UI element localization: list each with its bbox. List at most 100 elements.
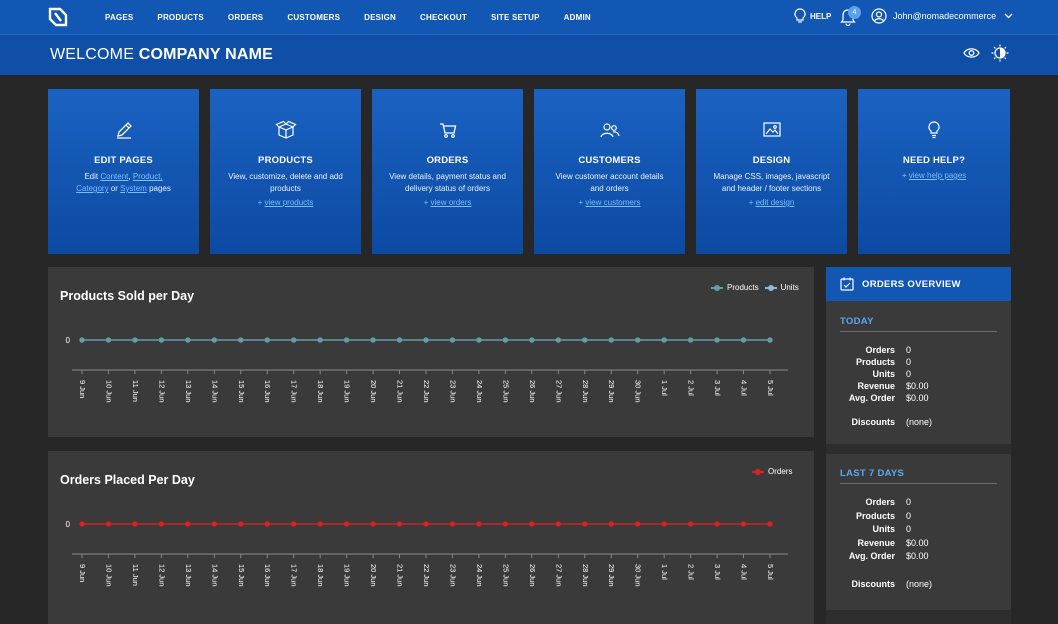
y-tick-label: 0 xyxy=(66,520,71,529)
data-point-orders xyxy=(344,521,350,527)
stat-label: Units xyxy=(872,369,896,379)
link-label[interactable]: edit design xyxy=(756,198,795,207)
x-tick-label: 11 Jun xyxy=(131,380,140,402)
stat-label: Units xyxy=(872,524,896,534)
edit-design-link[interactable]: + edit design xyxy=(696,198,847,207)
help-label: HELP xyxy=(810,11,832,21)
stat-value: $0.00 xyxy=(906,537,929,548)
x-tick-label: 3 Jul xyxy=(713,564,722,580)
category-link[interactable]: Category xyxy=(76,184,108,193)
stat-row: Orders 0 xyxy=(826,496,1011,510)
nav-item-site-setup[interactable]: SITE SETUP xyxy=(491,13,540,22)
x-tick-label: 17 Jun xyxy=(290,380,299,403)
view-products-link[interactable]: + view products xyxy=(210,198,361,207)
data-point-products xyxy=(608,337,614,343)
content-link[interactable]: Content xyxy=(100,172,128,181)
x-tick-label: 10 Jun xyxy=(104,564,113,587)
nav-item-pages[interactable]: PAGES xyxy=(105,13,133,22)
card-edit-pages[interactable]: EDIT PAGES Edit Content, Product, Catego… xyxy=(48,89,199,254)
section-title: LAST 7 DAYS xyxy=(840,468,905,479)
data-point-orders xyxy=(555,521,561,527)
x-tick-label: 20 Jun xyxy=(369,380,378,403)
view-help-link[interactable]: + view help pages xyxy=(858,171,1010,180)
card-design[interactable]: DESIGN Manage CSS, images, javascript an… xyxy=(696,89,847,254)
data-point-orders xyxy=(264,521,270,527)
data-point-orders xyxy=(317,521,323,527)
nav-item-customers[interactable]: CUSTOMERS xyxy=(287,13,340,22)
plus-sign: + xyxy=(257,198,263,207)
data-point-orders xyxy=(132,521,138,527)
card-description: View customer account details and orders xyxy=(555,172,664,193)
view-orders-link[interactable]: + view orders xyxy=(372,198,523,207)
data-point-products xyxy=(291,337,297,343)
view-customers-link[interactable]: + view customers xyxy=(534,198,685,207)
link-label[interactable]: view products xyxy=(264,198,313,207)
x-tick-label: 23 Jun xyxy=(448,380,457,403)
stat-value: $0.00 xyxy=(906,393,929,403)
data-point-products xyxy=(740,337,747,343)
card-description: View details, payment status and deliver… xyxy=(389,172,506,193)
data-point-orders xyxy=(423,521,429,527)
nav-item-orders[interactable]: ORDERS xyxy=(228,13,263,22)
orders-placed-chart-panel: Orders Placed Per Day Orders 09 Jun 10 Ju… xyxy=(48,451,814,624)
x-tick-label: 13 Jun xyxy=(184,564,193,587)
help-button[interactable]: HELP xyxy=(794,8,831,24)
stat-row: Units 0 xyxy=(826,523,1011,537)
nav-item-design[interactable]: DESIGN xyxy=(364,13,396,22)
desc-text: pages xyxy=(149,184,171,193)
section-title: TODAY xyxy=(840,316,874,327)
lightbulb-icon xyxy=(794,8,806,23)
card-need-help[interactable]: NEED HELP? + view help pages xyxy=(858,89,1010,254)
stat-value: 0 xyxy=(906,524,912,534)
contrast-icon[interactable] xyxy=(991,44,1009,62)
logo-icon[interactable] xyxy=(47,6,69,28)
x-tick-label: 30 Jun xyxy=(634,380,643,403)
x-tick-label: 16 Jun xyxy=(263,564,272,587)
x-tick-label: 18 Jun xyxy=(316,564,325,587)
eye-icon[interactable] xyxy=(963,47,980,59)
card-customers[interactable]: CUSTOMERS View customer account details … xyxy=(534,89,685,254)
x-tick-label: 1 Jul xyxy=(660,564,669,580)
top-navbar: PAGES PRODUCTS ORDERS CUSTOMERS DESIGN C… xyxy=(0,0,1058,34)
card-title: NEED HELP? xyxy=(902,155,966,166)
data-point-orders xyxy=(238,521,244,527)
stat-label: Orders xyxy=(865,497,895,507)
main-nav: PAGES PRODUCTS ORDERS CUSTOMERS DESIGN C… xyxy=(105,0,615,34)
x-tick-label: 19 Jun xyxy=(343,564,352,587)
card-products[interactable]: PRODUCTS View, customize, delete and add… xyxy=(210,89,361,254)
link-label[interactable]: view customers xyxy=(585,198,640,207)
product-link[interactable]: Product, xyxy=(133,172,163,181)
data-point-orders xyxy=(688,521,694,527)
x-tick-label: 27 Jun xyxy=(554,564,563,587)
user-email: John@nomadecommerce xyxy=(893,11,997,21)
nav-item-admin[interactable]: ADMIN xyxy=(564,13,591,22)
x-tick-label: 26 Jun xyxy=(528,380,537,403)
products-sold-chart-panel: Products Sold per Day Products Units 09 … xyxy=(48,267,814,437)
stat-value: 0 xyxy=(906,497,912,507)
stat-row: Avg. Order $0.00 xyxy=(826,550,1011,564)
stat-label: Orders xyxy=(865,345,895,355)
nav-item-checkout[interactable]: CHECKOUT xyxy=(420,13,467,22)
x-tick-label: 1 Jul xyxy=(660,380,669,396)
data-point-products xyxy=(79,337,85,343)
system-link[interactable]: System xyxy=(120,184,147,193)
user-menu[interactable]: John@nomadecommerce xyxy=(871,8,1013,24)
x-tick-label: 14 Jun xyxy=(210,380,219,403)
card-description: View, customize, delete and add products xyxy=(228,172,343,193)
card-orders[interactable]: ORDERS View details, payment status and … xyxy=(372,89,523,254)
x-tick-label: 10 Jun xyxy=(104,380,113,403)
data-point-products xyxy=(582,337,588,343)
data-point-products xyxy=(211,337,217,343)
desc-text: Edit xyxy=(84,172,99,181)
link-label[interactable]: view orders xyxy=(431,198,472,207)
nav-item-products[interactable]: PRODUCTS xyxy=(157,13,204,22)
data-point-orders xyxy=(370,521,376,527)
x-tick-label: 9 Jun xyxy=(78,564,87,582)
x-tick-label: 5 Jul xyxy=(766,380,775,396)
link-label[interactable]: view help pages xyxy=(909,171,966,180)
data-point-orders xyxy=(502,521,508,527)
orders-placed-chart: 0 9 Jun 10 Jun 11 Jun 12 Jun 13 Jun 14 Jun 15 J… xyxy=(66,520,788,587)
data-point-orders xyxy=(529,521,535,527)
x-tick-label: 29 Jun xyxy=(607,564,616,587)
stat-label: Revenue xyxy=(857,537,895,548)
